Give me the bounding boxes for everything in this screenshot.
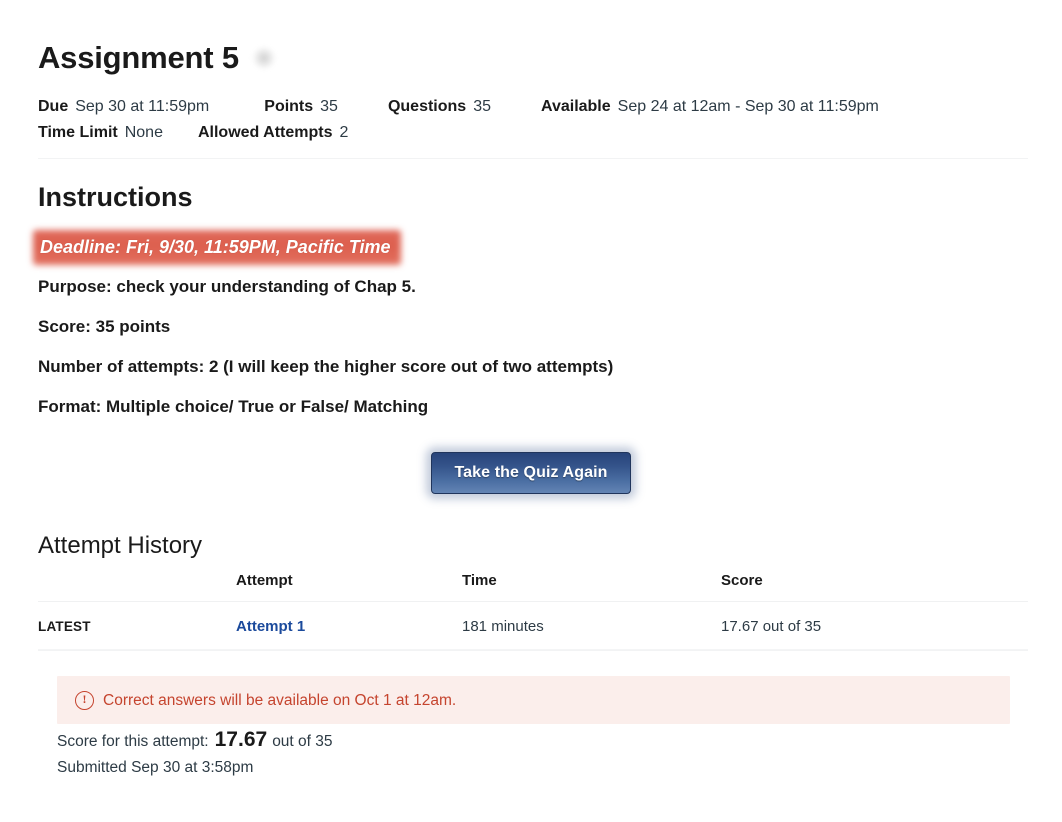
time-limit-value: None [124,124,163,141]
exclamation-circle-icon: ! [75,690,94,710]
points-pair: Points 35 [264,98,338,116]
due-pair: Due Sep 30 at 11:59pm [38,98,209,116]
column-header-kept [38,572,236,602]
time-limit-label: Time Limit [38,124,118,141]
correct-answers-alert: ! Correct answers will be available on O… [57,676,1010,724]
available-value: Sep 24 at 12am - Sep 30 at 11:59pm [617,98,879,115]
cell-time: 181 minutes [462,601,721,650]
instructions-line-format: Format: Multiple choice/ True or False/ … [38,397,429,416]
due-label: Due [38,98,69,115]
instructions-line-score: Score: 35 points [38,317,171,336]
page-title: Assignment 5 [38,40,239,75]
cell-attempt: Attempt 1 [236,601,462,650]
quiz-title-row: Assignment 5 [38,40,275,76]
available-label: Available [540,98,611,115]
attempt-history-body: LATEST Attempt 1 181 minutes 17.67 out o… [38,601,1028,650]
table-header-row: Attempt Time Score [38,572,1028,602]
alert-message: Correct answers will be available on Oct… [103,691,457,709]
divider [38,158,1028,159]
column-header-score: Score [721,572,1028,602]
table-row: LATEST Attempt 1 181 minutes 17.67 out o… [38,601,1028,650]
divider [38,650,1028,651]
deadline-text: Deadline: Fri, 9/30, 11:59PM, Pacific Ti… [38,234,394,261]
available-pair: Available Sep 24 at 12am - Sep 30 at 11:… [541,98,879,116]
submitted-timestamp: Submitted Sep 30 at 3:58pm [57,759,254,776]
quiz-details: Due Sep 30 at 11:59pm Points 35 Question… [38,98,1028,150]
due-value: Sep 30 at 11:59pm [75,98,210,115]
column-header-attempt: Attempt [236,572,462,602]
attempt-history-header: Attempt Time Score [38,572,1028,602]
quiz-action-area: Take the Quiz Again [0,452,1062,494]
deadline-highlight-wrapper: Deadline: Fri, 9/30, 11:59PM, Pacific Ti… [38,234,394,261]
points-value: 35 [320,98,338,115]
questions-value: 35 [473,98,491,115]
attempt-history-table: Attempt Time Score LATEST Attempt 1 181 … [38,572,1028,650]
points-label: Points [264,98,314,115]
latest-badge: LATEST [38,619,91,634]
allowed-attempts-pair: Allowed Attempts 2 [198,124,348,142]
quiz-details-row-1: Due Sep 30 at 11:59pm Points 35 Question… [38,98,1028,124]
allowed-attempts-value: 2 [339,124,349,141]
attempt-history-heading: Attempt History [38,532,203,559]
score-value: 17.67 [214,728,268,751]
score-prefix-label: Score for this attempt: [57,733,209,750]
attempt-1-link[interactable]: Attempt 1 [236,618,305,635]
published-status-icon [252,47,275,69]
score-for-attempt: Score for this attempt: 17.67 out of 35 [57,729,333,752]
column-header-time: Time [462,572,721,602]
take-the-quiz-again-button[interactable]: Take the Quiz Again [431,452,631,494]
score-suffix-label: out of 35 [272,733,333,750]
time-limit-pair: Time Limit None [38,124,163,142]
cell-kept: LATEST [38,601,236,650]
questions-pair: Questions 35 [388,98,491,116]
cell-score: 17.67 out of 35 [721,601,1028,650]
quiz-show-page: Assignment 5 Due Sep 30 at 11:59pm Point… [0,0,1062,822]
questions-label: Questions [387,98,467,115]
quiz-details-row-2: Time Limit None Allowed Attempts 2 [38,124,1028,150]
allowed-attempts-label: Allowed Attempts [197,124,333,141]
instructions-line-purpose: Purpose: check your understanding of Cha… [38,277,416,296]
instructions-line-attempts: Number of attempts: 2 (I will keep the h… [38,357,614,376]
instructions-heading: Instructions [38,182,193,212]
